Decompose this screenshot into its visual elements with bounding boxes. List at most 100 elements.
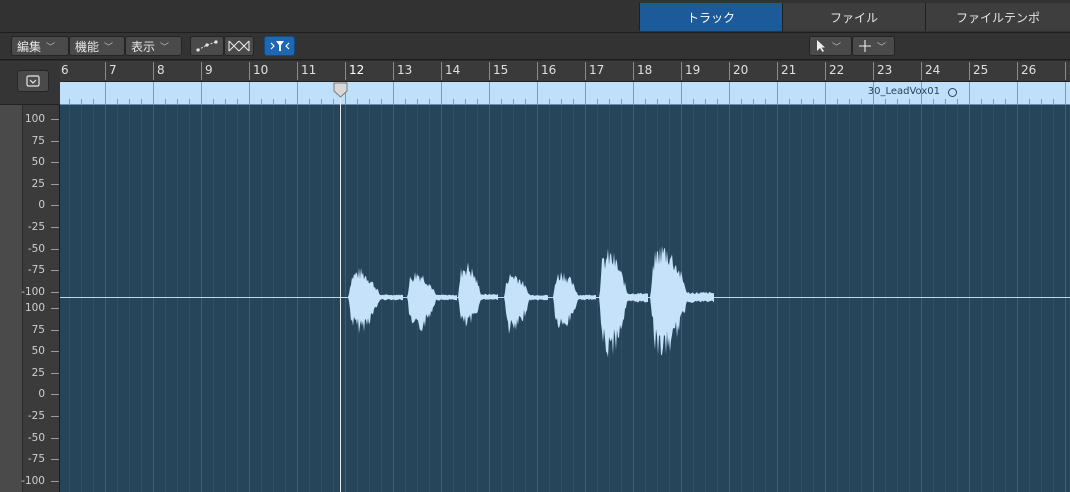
crossfade-button[interactable] bbox=[224, 36, 254, 56]
bar-label: 20 bbox=[729, 62, 748, 80]
flex-filter-icon bbox=[270, 41, 289, 51]
bar-label: 7 bbox=[105, 62, 117, 80]
chevron-down-icon: ﹀ bbox=[46, 42, 56, 53]
ruler-tick bbox=[93, 99, 94, 104]
top-tab-bar: トラック ファイル ファイルテンポ bbox=[0, 0, 1070, 33]
ruler-tick bbox=[309, 99, 310, 104]
ruler-tick bbox=[213, 99, 214, 104]
ruler-tick bbox=[1029, 99, 1030, 104]
ruler-tick bbox=[993, 99, 994, 104]
ruler-tick bbox=[237, 99, 238, 104]
ruler-tick bbox=[453, 99, 454, 104]
waveform-phrase bbox=[504, 273, 548, 334]
axis-tick bbox=[51, 162, 59, 164]
ruler-tick bbox=[945, 99, 946, 104]
chevron-down-icon: ﹀ bbox=[104, 42, 114, 53]
ruler-tick bbox=[1017, 82, 1018, 104]
waveform-area[interactable] bbox=[60, 105, 1070, 492]
flex-filter-button[interactable] bbox=[264, 36, 295, 56]
axis-tick bbox=[51, 329, 59, 331]
edit-menu-label: 編集 bbox=[17, 39, 42, 54]
bar-ruler[interactable]: 6 7 8 9 10 11 12 13 14 15 16 17 18 19 20 21 22 23 24 25 26 2 bbox=[60, 61, 1070, 82]
amplitude-label: -25 bbox=[27, 410, 45, 422]
amplitude-label: -100 bbox=[21, 285, 45, 298]
amplitude-label: -75 bbox=[27, 264, 45, 277]
bar-label: 11 bbox=[297, 62, 316, 80]
waveform-phrase bbox=[458, 262, 498, 327]
axis-tick bbox=[51, 459, 59, 461]
ruler-tick bbox=[225, 99, 226, 104]
ruler-tick bbox=[969, 82, 970, 104]
ruler-tick bbox=[417, 99, 418, 104]
tab-file[interactable]: ファイル bbox=[782, 3, 925, 31]
amplitude-label: -25 bbox=[27, 221, 45, 233]
amplitude-label: 75 bbox=[31, 134, 45, 147]
playhead-handle[interactable] bbox=[333, 82, 348, 98]
axis-tick bbox=[51, 394, 59, 396]
editor-toolbar: 編集 ﹀ 機能 ﹀ 表示 ﹀ ﹀ ﹀ bbox=[0, 33, 1070, 60]
region-strip[interactable]: 30_LeadVox01 bbox=[60, 82, 1070, 105]
ruler-tick bbox=[201, 82, 202, 104]
ruler-tick bbox=[1005, 99, 1006, 104]
bar-label: 8 bbox=[153, 62, 165, 80]
ruler-tick bbox=[825, 82, 826, 104]
axis-tick bbox=[51, 140, 59, 142]
ruler-tick bbox=[357, 99, 358, 104]
axis-tick bbox=[51, 351, 59, 353]
bar-label: 2 bbox=[1065, 62, 1070, 80]
pointer-tool-menu[interactable]: ﹀ bbox=[809, 36, 852, 56]
secondary-tool-menu[interactable]: ﹀ bbox=[852, 36, 895, 56]
ruler-tick bbox=[585, 82, 586, 104]
ruler-tick bbox=[657, 99, 658, 104]
axis-tick bbox=[51, 248, 59, 250]
view-menu-button[interactable]: 表示 ﹀ bbox=[125, 36, 182, 56]
ruler-tick bbox=[273, 99, 274, 104]
ruler-tick bbox=[693, 99, 694, 104]
axis-tick bbox=[51, 308, 59, 309]
axis-tick bbox=[51, 291, 59, 293]
playhead[interactable] bbox=[340, 82, 341, 492]
amplitude-label: 25 bbox=[31, 177, 45, 190]
ruler-tick bbox=[921, 82, 922, 104]
ruler-tick bbox=[717, 99, 718, 104]
amplitude-label: 50 bbox=[31, 156, 45, 169]
ruler-tick bbox=[165, 99, 166, 104]
bar-label: 12 bbox=[345, 62, 364, 80]
ruler-tick bbox=[777, 82, 778, 104]
ruler-tick bbox=[645, 99, 646, 104]
ruler-tick bbox=[741, 99, 742, 104]
ruler-tick bbox=[705, 99, 706, 104]
ruler-tick bbox=[573, 99, 574, 104]
ruler-tick bbox=[333, 99, 334, 104]
waveform-phrase bbox=[650, 245, 714, 356]
curve-button[interactable] bbox=[190, 36, 224, 56]
bar-label: 26 bbox=[1017, 62, 1036, 80]
tab-track[interactable]: トラック bbox=[639, 3, 782, 31]
axis-tick bbox=[51, 416, 59, 417]
functions-menu-button[interactable]: 機能 ﹀ bbox=[69, 36, 125, 56]
waveform-phrase bbox=[407, 272, 457, 332]
catch-button[interactable] bbox=[17, 70, 49, 92]
ruler-tick bbox=[261, 99, 262, 104]
curve-points-icon bbox=[196, 40, 218, 52]
ruler-tick bbox=[1053, 99, 1054, 104]
bar-label: 17 bbox=[585, 62, 604, 80]
amplitude-label: 100 bbox=[24, 302, 45, 314]
ruler-tick bbox=[1041, 99, 1042, 104]
amplitude-label: 75 bbox=[31, 323, 45, 336]
tab-file-tempo[interactable]: ファイルテンポ bbox=[925, 3, 1070, 31]
loop-circle-icon[interactable] bbox=[948, 88, 957, 97]
ruler-tick bbox=[789, 99, 790, 104]
axis-tick bbox=[51, 480, 59, 482]
bar-label: 18 bbox=[633, 62, 652, 80]
bar-label: 10 bbox=[249, 62, 268, 80]
ruler-tick bbox=[129, 99, 130, 104]
collapse-icon bbox=[26, 75, 40, 87]
bar-label: 19 bbox=[681, 62, 700, 80]
amplitude-label: 0 bbox=[38, 199, 45, 212]
ruler-tick bbox=[765, 99, 766, 104]
axis-tick bbox=[51, 270, 59, 272]
edit-menu-button[interactable]: 編集 ﹀ bbox=[11, 36, 69, 56]
ruler-tick bbox=[321, 99, 322, 104]
ruler-tick bbox=[957, 99, 958, 104]
